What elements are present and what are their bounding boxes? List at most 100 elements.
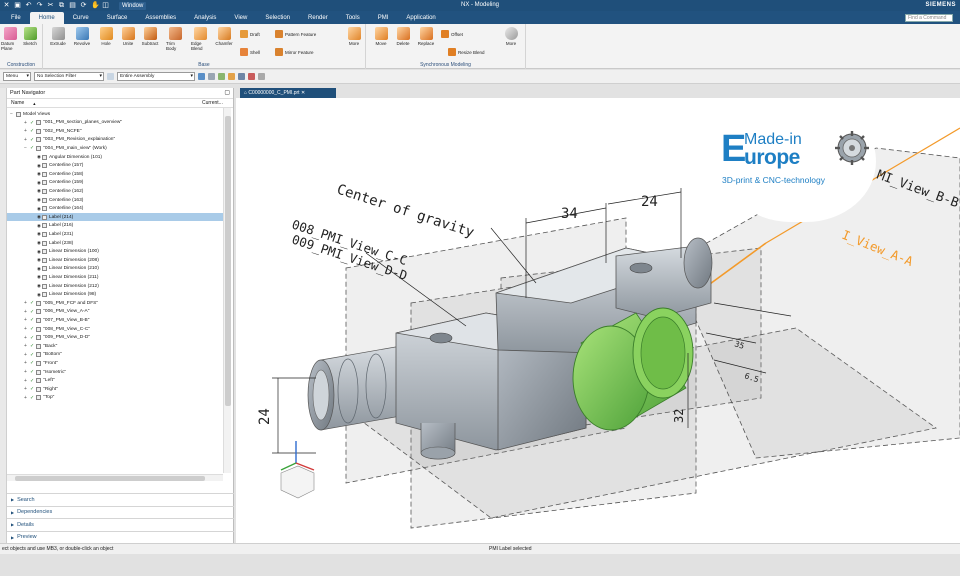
hole-button[interactable]: Hole (97, 27, 115, 46)
section-preview[interactable]: ▶ Preview (7, 530, 234, 543)
visibility-icon[interactable]: ◉ (37, 231, 41, 237)
tree-node[interactable]: ◉ Linear Dimension (210) (7, 265, 223, 273)
more-base-button[interactable]: More (345, 27, 363, 46)
undo-icon[interactable]: ↶ (25, 2, 32, 9)
tree-node[interactable]: ◉ Label (231) (7, 230, 223, 238)
chamfer-button[interactable]: Chamfer (215, 27, 233, 46)
tree-node[interactable]: ◉ Centerline (163) (7, 196, 223, 204)
visibility-icon[interactable]: ◉ (37, 154, 41, 160)
tree-node[interactable]: ◉ Linear Dimension (212) (7, 282, 223, 290)
tree-node[interactable]: + ✓ "006_PMI_View_A-A" (7, 308, 223, 316)
tree-node[interactable]: − ✓ "004_PMI_main_view" (Work) (7, 144, 223, 152)
scroll-thumb[interactable] (225, 116, 231, 406)
tab-surface[interactable]: Surface (98, 12, 137, 24)
visibility-icon[interactable]: ◉ (37, 188, 41, 194)
tab-render[interactable]: Render (299, 12, 337, 24)
checkbox-icon[interactable]: ✓ (30, 352, 34, 358)
redo-icon[interactable]: ↷ (36, 2, 43, 9)
dimension-34[interactable]: 34 (561, 206, 578, 222)
checkbox-icon[interactable]: ✓ (30, 360, 34, 366)
tree-node[interactable]: ◉ Linear Dimension (208) (7, 256, 223, 264)
tab-home[interactable]: Home (29, 12, 64, 24)
trim-body-button[interactable]: Trim Body (166, 27, 184, 51)
tree-node[interactable]: − Model Views (7, 110, 223, 118)
tree-node[interactable]: ◉ Linear Dimension (100) (7, 248, 223, 256)
copy-icon[interactable]: ⧉ (58, 2, 65, 9)
paste-icon[interactable]: ▤ (69, 2, 76, 9)
coordinate-triad[interactable] (280, 441, 315, 499)
checkbox-icon[interactable]: ✓ (30, 326, 34, 332)
horizontal-scrollbar[interactable] (7, 474, 223, 481)
tab-pmi[interactable]: PMI (369, 12, 398, 24)
graphics-window[interactable]: Center of gravity 008_PMI_View_C-C 009_P… (236, 98, 960, 543)
visibility-icon[interactable]: ◉ (37, 206, 41, 212)
tree-node[interactable]: + ✓ "008_PMI_View_C-C" (7, 325, 223, 333)
tab-tools[interactable]: Tools (337, 12, 369, 24)
tab-view[interactable]: View (225, 12, 256, 24)
tree-node[interactable]: ◉ Centerline (162) (7, 187, 223, 195)
restore-panel-icon[interactable]: ▢ (224, 89, 230, 96)
tab-assemblies[interactable]: Assemblies (136, 12, 185, 24)
checkbox-icon[interactable]: ✓ (30, 120, 34, 126)
select-face-icon[interactable] (218, 73, 225, 80)
tree-node[interactable]: + ✓ "009_PMI_View_D-D" (7, 334, 223, 342)
visibility-icon[interactable]: ◉ (37, 197, 41, 203)
tree-node[interactable]: ◉ Centerline (159) (7, 179, 223, 187)
tab-file[interactable]: File (2, 12, 30, 24)
revolve-button[interactable]: Revolve (73, 27, 91, 46)
section-search[interactable]: ▶ Search (7, 493, 234, 505)
select-feature-icon[interactable] (208, 73, 215, 80)
select-curve-icon[interactable] (248, 73, 255, 80)
checkbox-icon[interactable]: ✓ (30, 369, 34, 375)
selection-filter-select[interactable]: No Selection Filter ▾ (34, 72, 104, 81)
replace-face-button[interactable]: Replace (417, 27, 435, 46)
tree-node[interactable]: + ✓ "007_PMI_View_B-B" (7, 316, 223, 324)
visibility-icon[interactable]: ◉ (37, 223, 41, 229)
tab-analysis[interactable]: Analysis (185, 12, 225, 24)
tree-node[interactable]: ◉ Linear Dimension (98) (7, 291, 223, 299)
tree-node[interactable]: + ✓ "Right" (7, 385, 223, 393)
visibility-icon[interactable]: ◉ (37, 266, 41, 272)
tree-node[interactable]: + ✓ "Isometric" (7, 368, 223, 376)
dimension-24-left[interactable]: 24 (257, 408, 273, 425)
document-tab[interactable]: ⌂ C00000000_C_PMI.prt ✕ (240, 88, 336, 98)
edge-blend-button[interactable]: Edge Blend (191, 27, 209, 51)
touch-mode-icon[interactable]: ✋ (91, 2, 100, 9)
checkbox-icon[interactable]: ✓ (30, 343, 34, 349)
more-sync-button[interactable]: More (502, 27, 520, 46)
tab-selection[interactable]: Selection (256, 12, 299, 24)
tree-node[interactable]: + ✓ "001_PMI_section_planes_overview" (7, 119, 223, 127)
visibility-icon[interactable]: ◉ (37, 180, 41, 186)
snap-point-icon[interactable] (198, 73, 205, 80)
checkbox-icon[interactable]: ✓ (30, 128, 34, 134)
checkbox-icon[interactable]: ✓ (30, 378, 34, 384)
tree-node[interactable]: + ✓ "005_PMI_FCF and DFS" (7, 299, 223, 307)
pattern-feature-button[interactable]: Pattern Feature (275, 30, 316, 38)
checkbox-icon[interactable]: ✓ (30, 335, 34, 341)
tree-node[interactable]: ◉ Centerline (164) (7, 205, 223, 213)
visibility-icon[interactable]: ◉ (37, 171, 41, 177)
visibility-icon[interactable]: ◉ (37, 257, 41, 263)
dimension-24-top[interactable]: 24 (641, 194, 658, 210)
checkbox-icon[interactable]: ✓ (30, 395, 34, 401)
checkbox-icon[interactable]: ✓ (30, 309, 34, 315)
column-name[interactable]: Name (11, 100, 24, 106)
checkbox-icon[interactable]: ✓ (30, 137, 34, 143)
scroll-thumb[interactable] (15, 476, 205, 481)
visibility-icon[interactable]: ◉ (37, 214, 41, 220)
tree-node[interactable]: + ✓ "Top" (7, 394, 223, 402)
checkbox-icon[interactable]: ✓ (30, 386, 34, 392)
tree-node[interactable]: ◉ Angular Dimension (101) (7, 153, 223, 161)
visibility-icon[interactable]: ◉ (37, 249, 41, 255)
move-face-button[interactable]: Move (372, 27, 390, 46)
close-icon[interactable]: ✕ (300, 90, 305, 96)
checkbox-icon[interactable]: ✓ (30, 145, 34, 151)
resize-blend-button[interactable]: Resize Blend (448, 48, 485, 56)
visibility-icon[interactable]: ◉ (37, 240, 41, 246)
tree-node[interactable]: ◉ Centerline (157) (7, 162, 223, 170)
datum-plane-button[interactable]: Datum Plane (1, 27, 19, 51)
extrude-button[interactable]: Extrude (49, 27, 67, 46)
visibility-icon[interactable]: ◉ (37, 292, 41, 298)
delete-face-button[interactable]: Delete (394, 27, 412, 46)
quick-pick-icon[interactable] (258, 73, 265, 80)
